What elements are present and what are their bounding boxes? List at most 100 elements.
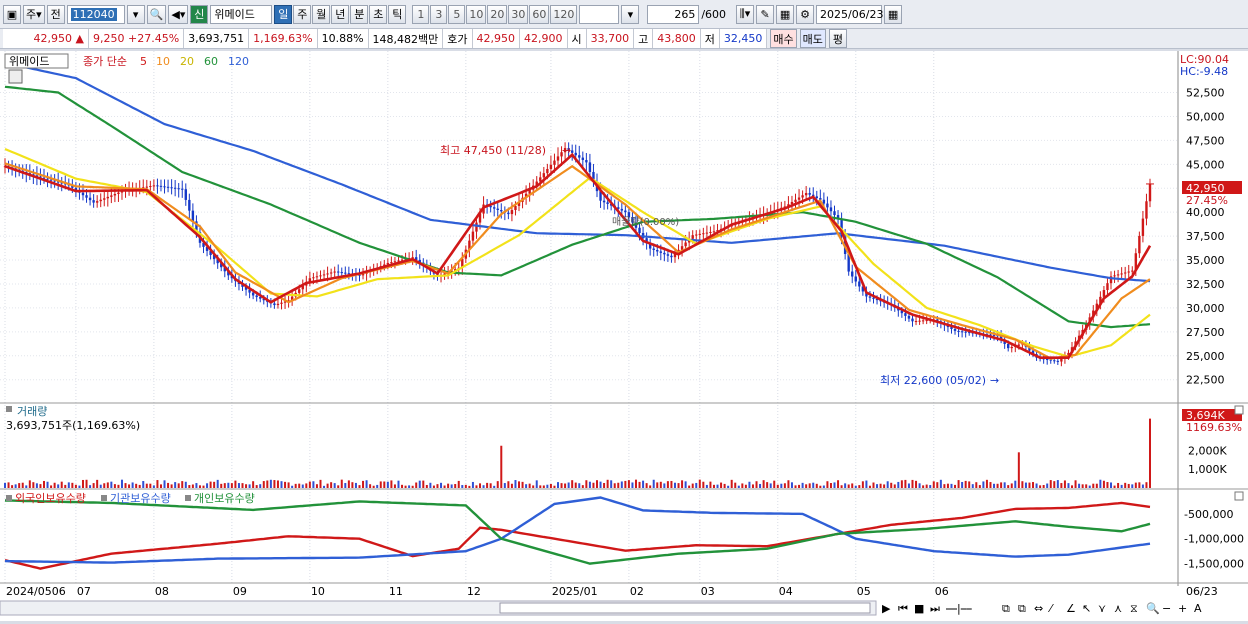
volume-bar <box>1053 481 1056 488</box>
period-tab-2[interactable]: 월 <box>312 4 331 24</box>
candle-body <box>92 200 95 203</box>
period-tab-4[interactable]: 분 <box>350 4 369 24</box>
step-back-icon[interactable]: ⏮ <box>898 602 908 615</box>
volume-bar <box>67 482 70 488</box>
interval-button-30[interactable]: 30 <box>508 4 529 24</box>
sell-button[interactable]: 매도 <box>799 29 826 48</box>
zoom-in-icon[interactable]: + <box>1178 602 1187 615</box>
volume-bar <box>755 481 758 488</box>
candle-body <box>964 331 967 333</box>
step-fwd-icon[interactable]: ⏭ <box>930 602 940 615</box>
eval-button[interactable]: 평 <box>828 29 847 48</box>
volume-bar <box>117 484 120 488</box>
market-select[interactable]: 주 ▾ <box>23 4 45 24</box>
paste-icon[interactable]: ⧉ <box>1018 602 1026 615</box>
interval-dropdown-icon[interactable]: ▾ <box>621 4 640 24</box>
holding-panel-max-icon[interactable] <box>1234 491 1244 501</box>
volume-bar <box>28 480 31 488</box>
volume-bar <box>298 483 301 488</box>
stock-name-field[interactable]: 위메이드 <box>210 4 273 24</box>
interval-custom-input[interactable] <box>579 4 620 24</box>
candle-body <box>907 315 911 319</box>
interval-button-20[interactable]: 20 <box>487 4 508 24</box>
period-tab-5[interactable]: 초 <box>369 4 388 24</box>
zoom-out-search-icon[interactable]: 🔍 <box>1146 601 1160 615</box>
interval-button-60[interactable]: 60 <box>529 4 550 24</box>
candle-body <box>340 272 343 274</box>
grid-icon[interactable]: ▦ <box>776 4 795 24</box>
holding-square-icon-2 <box>185 495 191 501</box>
candle-body <box>337 271 340 273</box>
speaker-icon[interactable]: ◀▾ <box>168 4 189 24</box>
volume-bar <box>323 485 326 488</box>
scrollbar-thumb[interactable] <box>499 602 871 614</box>
candle-body <box>1148 183 1152 202</box>
volume-bar <box>893 484 896 488</box>
volume-bar <box>152 485 155 488</box>
calculator-icon[interactable] <box>8 69 23 84</box>
prefix-button[interactable]: 전 <box>46 4 65 24</box>
buy-button[interactable]: 매수 <box>770 29 797 48</box>
tool-c-icon[interactable]: ⧖ <box>1130 602 1138 615</box>
volume-square-icon <box>6 406 12 412</box>
volume-panel-max-icon[interactable] <box>1234 405 1244 415</box>
data-count-input[interactable]: 265 <box>647 4 700 24</box>
gear-icon[interactable]: ⚙ <box>796 4 815 24</box>
volume-bar <box>790 482 793 488</box>
interval-button-10[interactable]: 10 <box>466 4 487 24</box>
volume-bar <box>971 484 974 488</box>
calendar-icon[interactable]: ▦ <box>884 4 903 24</box>
interval-button-120[interactable]: 120 <box>550 4 578 24</box>
zoom-slider-icon[interactable]: ⎯⎯|⎯⎯ <box>946 602 972 615</box>
search-icon[interactable]: 🔍 <box>146 4 167 24</box>
stock-code-input[interactable]: 112040 <box>66 4 125 24</box>
text-tool-icon[interactable]: A <box>1194 602 1202 615</box>
volume-bar <box>762 480 765 488</box>
volume-bar <box>269 479 272 488</box>
volume-bar <box>883 484 886 488</box>
volume-bar <box>330 482 333 488</box>
period-tab-0[interactable]: 일 <box>274 4 293 24</box>
interval-button-3[interactable]: 3 <box>430 4 448 24</box>
volume-bar <box>1056 480 1059 488</box>
volume-bar <box>886 481 889 488</box>
volume-bar <box>1046 483 1049 488</box>
zoom-out-icon[interactable]: − <box>1162 602 1171 615</box>
copy-icon[interactable]: ⧉ <box>1002 602 1010 615</box>
play-icon[interactable]: ▶ <box>882 602 891 615</box>
volume-bar <box>698 479 701 488</box>
period-tab-6[interactable]: 틱 <box>388 4 407 24</box>
cursor-tool-icon[interactable]: ↖ <box>1082 602 1091 615</box>
interval-button-5[interactable]: 5 <box>448 4 466 24</box>
volume-bar <box>241 483 244 488</box>
layout-icon[interactable]: ▣ <box>3 4 21 24</box>
candle-body <box>553 160 556 165</box>
candle-body <box>709 231 712 233</box>
candle-body <box>1127 271 1130 273</box>
x-label-8: 02 <box>630 585 644 598</box>
volume-bar <box>135 483 138 488</box>
date-input[interactable]: 2025/06/23 <box>816 4 883 24</box>
volume-bar <box>780 483 783 488</box>
code-dropdown-icon[interactable]: ▾ <box>126 4 145 24</box>
stop-icon[interactable]: ■ <box>914 602 924 615</box>
volume-bar <box>390 480 393 488</box>
candle-type-icon[interactable]: ⫼▾ <box>736 4 755 24</box>
angle-tool-icon[interactable]: ∠ <box>1066 602 1076 615</box>
period-tab-3[interactable]: 년 <box>331 4 350 24</box>
candle-body <box>333 271 336 273</box>
volume-bar <box>642 480 645 488</box>
volume-bar <box>489 483 492 488</box>
x-label-4: 10 <box>311 585 325 598</box>
draw-tools-icon[interactable]: ✎ <box>756 4 775 24</box>
tool-a-icon[interactable]: ⋎ <box>1098 602 1106 615</box>
tool-b-icon[interactable]: ⋏ <box>1114 602 1122 615</box>
period-tab-1[interactable]: 주 <box>293 4 312 24</box>
move-icon[interactable]: ⇔ <box>1034 602 1043 615</box>
volume-bar <box>1092 483 1095 488</box>
volume-bar <box>42 480 45 488</box>
volume-bar <box>110 481 113 488</box>
interval-button-1[interactable]: 1 <box>412 4 430 24</box>
volume-bar <box>684 481 687 488</box>
candle-body <box>656 249 659 252</box>
